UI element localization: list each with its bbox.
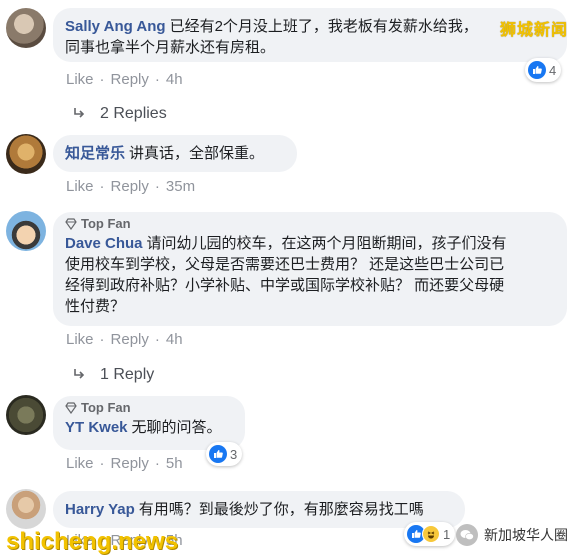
wechat-icon [456, 524, 478, 546]
replies-label[interactable]: 2 Replies [100, 105, 167, 123]
like-reaction-icon [528, 61, 546, 79]
comment-actions: Like · Reply · 35m [66, 178, 195, 195]
wechat-source: 新加坡华人圈 [456, 524, 568, 546]
watermark-top: 狮城新闻 [499, 22, 568, 39]
comment-text: 请问幼儿园的校车，在这两个月阻断期间，孩子们没有 [146, 235, 507, 252]
separator: · [99, 455, 105, 472]
avatar[interactable] [6, 395, 46, 435]
comment-text: 无聊的问答。 [131, 419, 222, 436]
reaction-count[interactable]: 1 [404, 522, 456, 546]
watermark-bottom: shicheng.news [6, 528, 179, 555]
reply-arrow-icon [74, 369, 85, 379]
reply-link[interactable]: Reply [111, 455, 149, 472]
diamond-icon [65, 402, 77, 414]
comment-bubble: Harry Yap 有用嗎？到最後炒了你，有那麼容易找工嗎 [53, 491, 465, 528]
separator: · [154, 178, 160, 195]
reply-link[interactable]: Reply [111, 331, 149, 348]
reaction-count[interactable]: 4 [525, 58, 562, 82]
replies-label[interactable]: 1 Reply [100, 366, 154, 384]
separator: · [154, 71, 160, 88]
timestamp[interactable]: 5h [166, 455, 183, 472]
reaction-count-value: 4 [549, 62, 557, 78]
comment-author[interactable]: Dave Chua [65, 235, 143, 252]
avatar[interactable] [6, 134, 46, 174]
reply-arrow-icon [74, 108, 85, 118]
top-fan-badge: Top Fan [65, 216, 555, 232]
avatar[interactable] [6, 489, 46, 529]
reaction-count-value: 1 [443, 526, 451, 542]
comment-bubble: Sally Ang Ang 已经有2个月没上班了，我老板有发薪水给我， 同事也拿半… [53, 8, 567, 62]
like-link[interactable]: Like [66, 455, 94, 472]
comment-actions: Like · Reply · 4h [66, 71, 183, 88]
separator: · [154, 331, 160, 348]
comment-author[interactable]: 知足常乐 [65, 145, 125, 162]
like-link[interactable]: Like [66, 178, 94, 195]
comment-text: 讲真话，全部保重。 [129, 145, 265, 162]
like-link[interactable]: Like [66, 71, 94, 88]
reply-link[interactable]: Reply [111, 178, 149, 195]
timestamp[interactable]: 4h [166, 71, 183, 88]
comment-text-cont: 性付费？ [65, 298, 126, 315]
comment-author[interactable]: Sally Ang Ang [65, 18, 166, 35]
avatar[interactable] [6, 211, 46, 251]
separator: · [99, 178, 105, 195]
top-fan-label: Top Fan [81, 400, 131, 415]
like-reaction-icon [209, 445, 227, 463]
view-replies[interactable]: 2 Replies [72, 105, 167, 123]
comment-text-cont: 经得到政府补贴？小学补贴、中学或国际学校补贴？ 而还要父母硬 [65, 277, 505, 294]
haha-reaction-icon [422, 525, 440, 543]
avatar[interactable] [6, 8, 46, 48]
comment-actions: Like · Reply · 5h [66, 455, 183, 472]
comment-bubble: Top Fan Dave Chua 请问幼儿园的校车，在这两个月阻断期间，孩子们没… [53, 212, 567, 326]
comment-text-cont: 使用校车到学校，父母是否需要还巴士费用？ 还是这些巴士公司已 [65, 256, 505, 273]
comment-actions: Like · Reply · 4h [66, 331, 183, 348]
separator: · [99, 71, 105, 88]
comment-text-cont: 同事也拿半个月薪水还有房租。 [65, 39, 276, 56]
view-replies[interactable]: 1 Reply [72, 366, 154, 384]
comment-text: 已经有2个月没上班了，我老板有发薪水给我， [169, 18, 478, 35]
timestamp[interactable]: 35m [166, 178, 195, 195]
reply-link[interactable]: Reply [111, 71, 149, 88]
reaction-count-value: 3 [230, 446, 238, 462]
reaction-count[interactable]: 3 [206, 442, 243, 466]
timestamp[interactable]: 4h [166, 331, 183, 348]
comment-text: 有用嗎？到最後炒了你，有那麼容易找工嗎 [138, 501, 424, 518]
comment-author[interactable]: Harry Yap [65, 501, 135, 518]
wechat-label: 新加坡华人圈 [484, 527, 568, 543]
separator: · [99, 331, 105, 348]
comment-author[interactable]: YT Kwek [65, 419, 128, 436]
separator: · [154, 455, 160, 472]
diamond-icon [65, 218, 77, 230]
top-fan-label: Top Fan [81, 216, 131, 231]
like-link[interactable]: Like [66, 331, 94, 348]
top-fan-badge: Top Fan [65, 400, 233, 416]
comment-bubble: 知足常乐 讲真话，全部保重。 [53, 135, 297, 172]
